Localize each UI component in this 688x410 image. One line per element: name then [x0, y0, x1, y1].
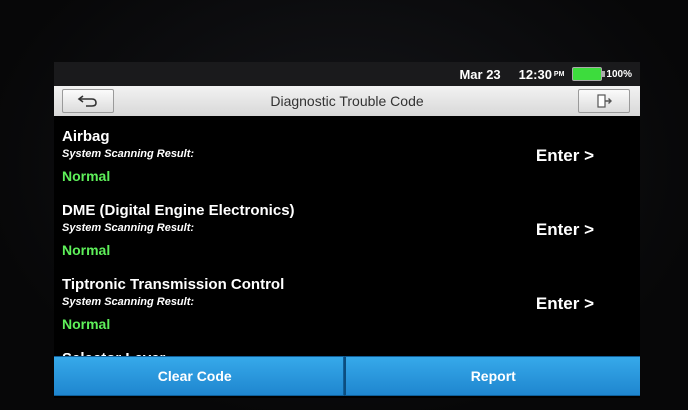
back-button[interactable]: [62, 89, 114, 113]
system-subtitle: System Scanning Result:: [62, 222, 195, 234]
page-title: Diagnostic Trouble Code: [270, 93, 424, 109]
system-status: Normal: [62, 316, 111, 332]
clear-code-button[interactable]: Clear Code: [54, 356, 344, 396]
system-name: Airbag: [62, 128, 110, 145]
enter-button[interactable]: Enter >: [536, 220, 594, 240]
device-screen: Mar 23 12:30 PM 100% Diagnostic Trouble …: [54, 62, 640, 398]
list-item[interactable]: Tiptronic Transmission Control System Sc…: [54, 266, 640, 340]
system-subtitle: System Scanning Result:: [62, 148, 195, 160]
back-arrow-icon: [77, 95, 97, 107]
title-bar: Diagnostic Trouble Code: [54, 86, 640, 116]
system-name: DME (Digital Engine Electronics): [62, 202, 295, 219]
system-name: Tiptronic Transmission Control: [62, 276, 285, 293]
system-status: Normal: [62, 242, 111, 258]
list-item[interactable]: DME (Digital Engine Electronics) System …: [54, 192, 640, 266]
list-item[interactable]: Airbag System Scanning Result: Normal En…: [54, 118, 640, 192]
report-button[interactable]: Report: [343, 356, 640, 396]
enter-button[interactable]: Enter >: [536, 146, 594, 166]
status-ampm: PM: [553, 70, 565, 78]
battery-icon: [572, 67, 606, 81]
battery-level: 100%: [606, 68, 632, 80]
enter-button[interactable]: Enter >: [536, 294, 594, 314]
exit-button[interactable]: [578, 89, 630, 113]
status-bar: Mar 23 12:30 PM 100%: [54, 62, 640, 86]
exit-icon: [597, 94, 612, 108]
system-status: Normal: [62, 168, 111, 184]
status-time: 12:30: [518, 66, 552, 82]
system-list: Airbag System Scanning Result: Normal En…: [54, 118, 640, 367]
bottom-action-bar: Clear Code Report: [54, 354, 640, 398]
status-date: Mar 23: [459, 66, 501, 82]
system-subtitle: System Scanning Result:: [62, 296, 195, 308]
